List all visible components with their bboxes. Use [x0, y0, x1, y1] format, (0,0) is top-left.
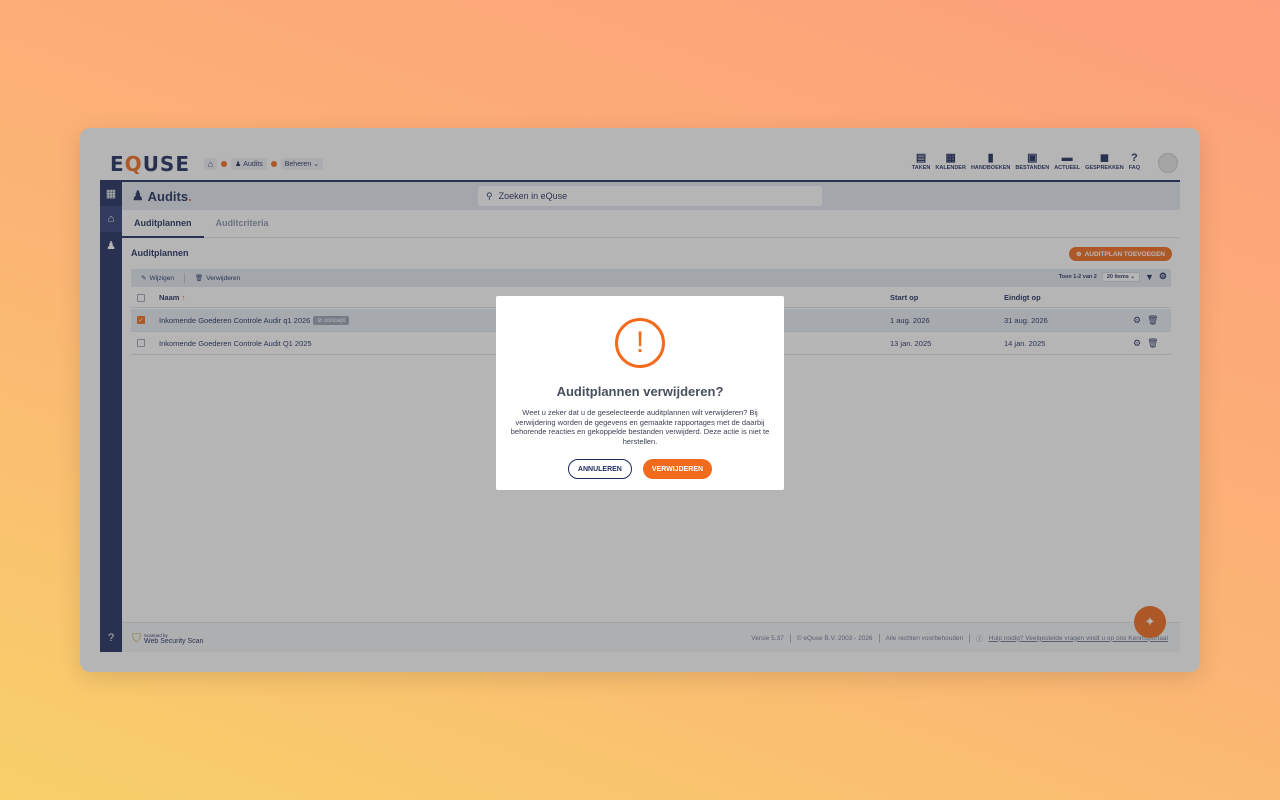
delete-confirm-dialog: ! Auditplannen verwijderen? Weet u zeker… — [496, 296, 784, 490]
warning-icon: ! — [615, 318, 665, 368]
confirm-delete-button[interactable]: VERWIJDEREN — [642, 459, 713, 479]
dialog-actions: ANNULEREN VERWIJDEREN — [496, 459, 784, 479]
cancel-button[interactable]: ANNULEREN — [567, 459, 632, 479]
app-window: EQUSE ⌂ ♟ Audits Beheren ⌄ ▤ TAKEN ▦ KALENDE… — [80, 128, 1200, 672]
dialog-title: Auditplannen verwijderen? — [556, 384, 724, 399]
dialog-message: Weet u zeker dat u de geselecteerde audi… — [510, 408, 770, 446]
